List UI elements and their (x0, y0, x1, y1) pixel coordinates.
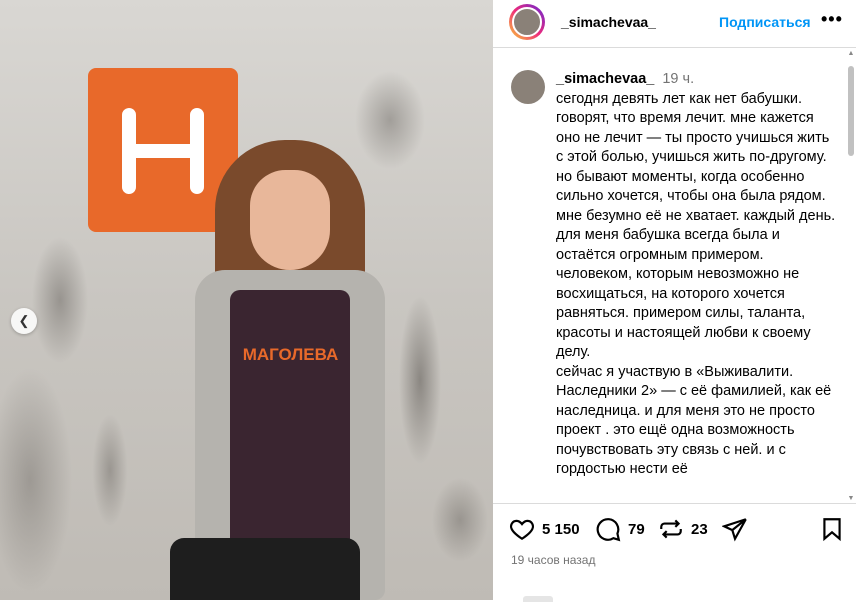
repost-button[interactable]: 23 (658, 516, 708, 542)
avatar[interactable] (509, 4, 545, 40)
time-ago: 19 часов назад (511, 553, 596, 567)
subscribe-button[interactable]: Подписаться (719, 14, 811, 30)
next-item-peek (523, 596, 553, 602)
comments-count: 79 (628, 520, 645, 538)
comment-button[interactable]: 79 (595, 516, 645, 542)
comment-icon (596, 518, 621, 542)
scrollbar[interactable]: ▲ ▼ (847, 50, 855, 502)
save-button[interactable] (819, 516, 845, 542)
chevron-left-icon[interactable]: ❮ (11, 308, 37, 334)
scroll-thumb[interactable] (848, 66, 854, 156)
post-header: _simachevaa_ Подписаться ••• (493, 0, 856, 48)
heart-icon (510, 519, 534, 541)
send-icon (722, 518, 747, 542)
shirt-text: МАГОЛЕВА (242, 345, 339, 364)
scroll-up-icon[interactable]: ▲ (847, 50, 855, 57)
post-photo[interactable]: МАГОЛЕВА ❮ (0, 0, 493, 600)
caption-time: 19 ч. (662, 71, 695, 87)
caption-text: _simachevaa_ 19 ч. сегодня девять лет как… (556, 70, 836, 480)
caption-paragraph-1: сегодня девять лет как нет бабушки. гово… (556, 90, 830, 205)
likes-count: 5 150 (542, 520, 580, 538)
caption-username[interactable]: _simachevaa_ (556, 71, 654, 87)
caption-block: _simachevaa_ 19 ч. сегодня девять лет как… (493, 48, 856, 503)
action-bar: 5 150 79 23 19 часов назад (493, 503, 856, 602)
caption-paragraph-3: сейчас я участвую в «Выживалити. Наследн… (556, 363, 832, 478)
post-side-panel: _simachevaa_ Подписаться ••• _simachevaa… (493, 0, 856, 602)
avatar[interactable] (511, 70, 545, 104)
share-button[interactable] (722, 516, 748, 542)
like-button[interactable]: 5 150 (509, 516, 580, 542)
reposts-count: 23 (691, 520, 708, 538)
caption-paragraph-2: мне безумно её не хватает. каждый день. … (556, 207, 836, 361)
more-icon[interactable]: ••• (821, 9, 843, 30)
header-username[interactable]: _simachevaa_ (561, 14, 656, 30)
bag (170, 538, 360, 600)
bookmark-icon (823, 518, 841, 542)
person-figure: МАГОЛЕВА (195, 140, 395, 600)
repost-icon (660, 519, 682, 539)
scroll-down-icon[interactable]: ▼ (847, 495, 855, 502)
